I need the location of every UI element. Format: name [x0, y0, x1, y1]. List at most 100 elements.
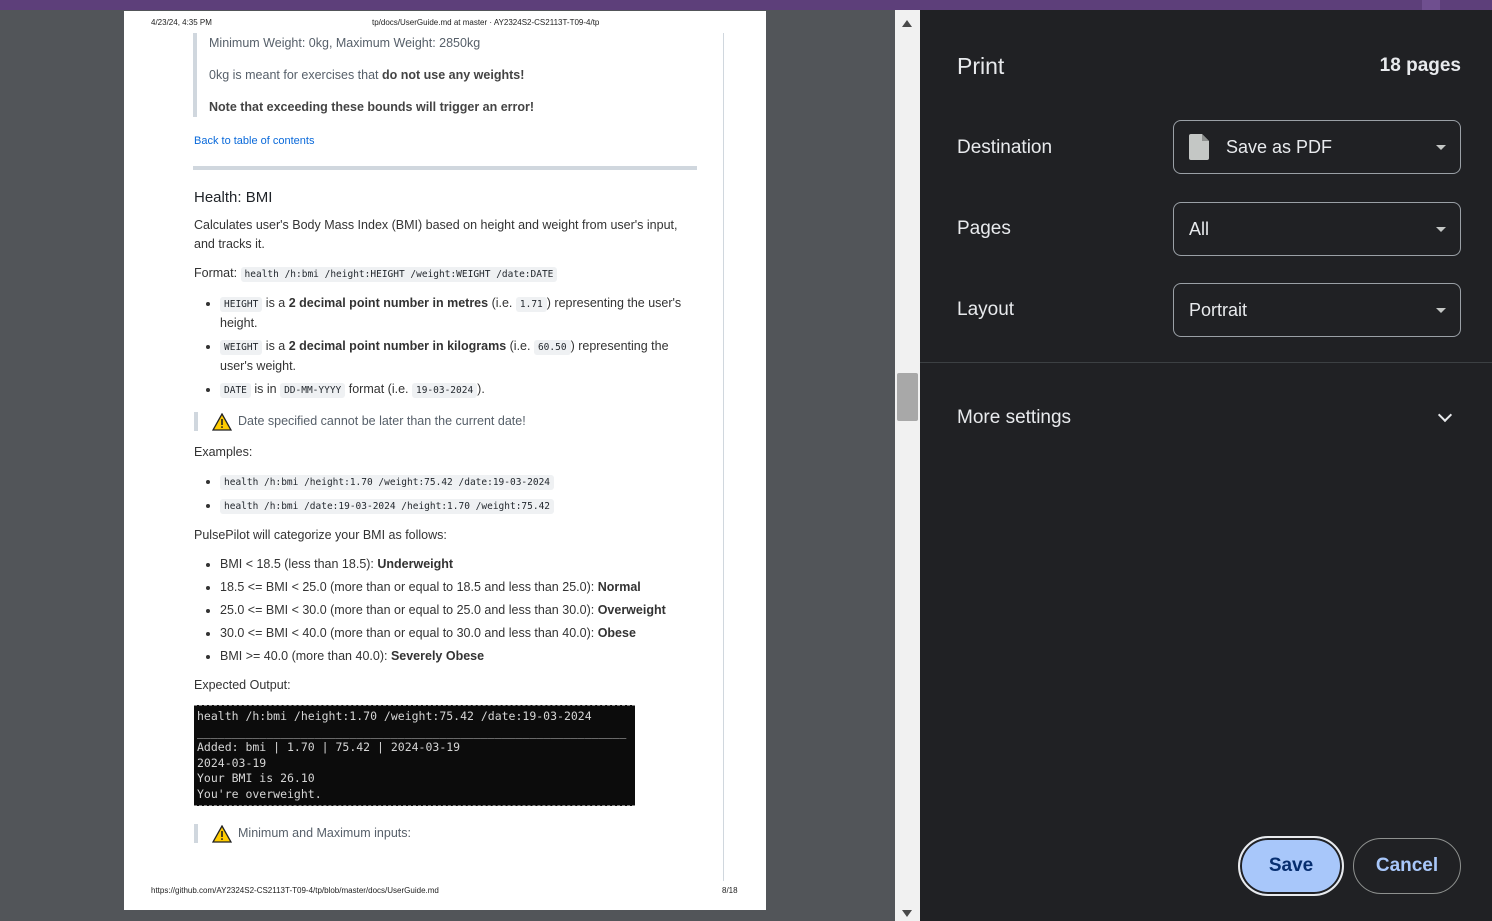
- pages-label: Pages: [957, 218, 1011, 239]
- expected-output-label: Expected Output:: [194, 678, 291, 692]
- window-tab[interactable]: [1422, 0, 1440, 10]
- minmax-warning-note: Minimum and Maximum inputs:: [194, 824, 697, 843]
- page-header-title: tp/docs/UserGuide.md at master · AY2324S…: [372, 18, 600, 27]
- category-text: 18.5 <= BMI < 25.0 (more than or equal t…: [220, 580, 598, 594]
- example-item: health /h:bmi /date:19-03-2024 /height:1…: [220, 496, 697, 516]
- example-code: health /h:bmi /height:1.70 /weight:75.42…: [220, 475, 555, 490]
- category-text: BMI < 18.5 (less than 18.5):: [220, 557, 378, 571]
- category-name: Severely Obese: [390, 649, 485, 663]
- back-to-toc-link[interactable]: Back to table of contents: [194, 135, 314, 147]
- quote-zero-kg: 0kg is meant for exercises that do not u…: [209, 66, 697, 85]
- bmi-category-list: BMI < 18.5 (less than 18.5): Underweight…: [220, 555, 697, 666]
- destination-select[interactable]: Save as PDF: [1173, 120, 1461, 174]
- destination-value: Save as PDF: [1226, 136, 1333, 157]
- examples-list: health /h:bmi /height:1.70 /weight:75.42…: [220, 472, 697, 516]
- settings-divider: [920, 362, 1492, 363]
- param-text: format (i.e.: [345, 382, 412, 396]
- category-name: Normal: [597, 580, 641, 594]
- param-weight-code: WEIGHT: [220, 340, 263, 355]
- param-text: (i.e.: [506, 339, 534, 353]
- scroll-up-arrow-icon[interactable]: [902, 20, 912, 27]
- category-name: Overweight: [597, 603, 666, 617]
- quote-weight-range: Minimum Weight: 0kg, Maximum Weight: 285…: [209, 36, 481, 50]
- bmi-category-item: 30.0 <= BMI < 40.0 (more than or equal t…: [220, 624, 697, 643]
- layout-select[interactable]: Portrait: [1173, 283, 1461, 337]
- page-count: 18 pages: [1379, 55, 1461, 76]
- quote-error-bold: Note that exceeding these bounds will tr…: [209, 100, 535, 114]
- param-example-code: 60.50: [533, 340, 571, 355]
- examples-label: Examples:: [194, 445, 253, 459]
- section-description: Calculates user's Body Mass Index (BMI) …: [194, 218, 678, 251]
- warning-icon: [212, 824, 232, 843]
- date-warning-note: Date specified cannot be later than the …: [194, 412, 697, 431]
- section-divider: [193, 166, 697, 170]
- section-heading: Health: BMI: [194, 189, 273, 206]
- param-text: is a: [262, 296, 289, 310]
- example-code: health /h:bmi /date:19-03-2024 /height:1…: [220, 499, 555, 514]
- minmax-warning-text: Minimum and Maximum inputs:: [238, 826, 411, 840]
- cancel-button[interactable]: Cancel: [1353, 838, 1461, 894]
- format-code: health /h:bmi /height:HEIGHT /weight:WEI…: [240, 267, 558, 282]
- print-preview-area[interactable]: 4/23/24, 4:35 PM tp/docs/UserGuide.md at…: [0, 10, 895, 921]
- page-footer-url: https://github.com/AY2324S2-CS2113T-T09-…: [151, 886, 439, 895]
- param-example-code: 1.71: [515, 297, 547, 312]
- example-item: health /h:bmi /height:1.70 /weight:75.42…: [220, 472, 697, 492]
- bmi-category-item: 25.0 <= BMI < 30.0 (more than or equal t…: [220, 601, 697, 620]
- chevron-down-icon: [1436, 227, 1446, 232]
- param-example-code: 19-03-2024: [411, 383, 478, 398]
- expand-chevron-icon[interactable]: [1437, 407, 1453, 423]
- param-bold: 2 decimal point number in metres: [288, 296, 489, 310]
- quote-zero-kg-bold: do not use any weights!: [382, 68, 525, 82]
- bounds-quote: Minimum Weight: 0kg, Maximum Weight: 285…: [193, 33, 697, 117]
- scroll-down-arrow-icon[interactable]: [902, 910, 912, 917]
- categorize-label: PulsePilot will categorize your BMI as f…: [194, 528, 447, 542]
- page-header-date: 4/23/24, 4:35 PM: [151, 18, 212, 27]
- param-weight: WEIGHT is a 2 decimal point number in ki…: [220, 337, 697, 376]
- page-border-line: [723, 33, 724, 881]
- layout-value: Portrait: [1189, 299, 1248, 320]
- preview-page: 4/23/24, 4:35 PM tp/docs/UserGuide.md at…: [124, 11, 766, 910]
- param-text: is a: [262, 339, 289, 353]
- window-top-strip: [0, 0, 1492, 10]
- quote-error-note: Note that exceeding these bounds will tr…: [209, 98, 697, 117]
- bmi-category-item: BMI < 18.5 (less than 18.5): Underweight: [220, 555, 697, 574]
- print-settings-panel: Print 18 pages Destination Save as PDF P…: [920, 10, 1492, 921]
- param-bold: 2 decimal point number in kilograms: [288, 339, 507, 353]
- category-name: Obese: [597, 626, 636, 640]
- category-text: 30.0 <= BMI < 40.0 (more than or equal t…: [220, 626, 598, 640]
- param-text: is in: [250, 382, 281, 396]
- param-list: HEIGHT is a 2 decimal point number in me…: [220, 294, 697, 400]
- format-line: Format: health /h:bmi /height:HEIGHT /we…: [194, 264, 697, 284]
- preview-scrollbar[interactable]: [895, 10, 920, 921]
- pages-value: All: [1189, 218, 1210, 239]
- chevron-down-icon: [1436, 308, 1446, 313]
- warning-icon: [212, 412, 232, 431]
- destination-label: Destination: [957, 137, 1053, 158]
- param-date-code: DATE: [220, 383, 251, 398]
- print-title: Print: [957, 53, 1005, 79]
- category-name: Underweight: [377, 557, 454, 571]
- scrollbar-thumb[interactable]: [897, 373, 918, 421]
- pages-select[interactable]: All: [1173, 202, 1461, 256]
- bmi-category-item: BMI >= 40.0 (more than 40.0): Severely O…: [220, 647, 697, 666]
- layout-label: Layout: [957, 299, 1015, 320]
- param-text: (i.e.: [488, 296, 516, 310]
- param-format-code: DD-MM-YYYY: [280, 383, 346, 398]
- page-content: Minimum Weight: 0kg, Maximum Weight: 285…: [193, 33, 697, 855]
- param-date: DATE is in DD-MM-YYYY format (i.e. 19-03…: [220, 380, 697, 400]
- terminal-output: health /h:bmi /height:1.70 /weight:75.42…: [194, 705, 635, 806]
- save-button[interactable]: Save: [1238, 836, 1344, 896]
- param-height-code: HEIGHT: [220, 297, 263, 312]
- chevron-down-icon: [1436, 145, 1446, 150]
- param-height: HEIGHT is a 2 decimal point number in me…: [220, 294, 697, 333]
- param-text: ).: [477, 382, 485, 396]
- page-footer-number: 8/18: [722, 886, 738, 895]
- quote-zero-kg-text: 0kg is meant for exercises that: [209, 68, 382, 82]
- format-label: Format:: [194, 266, 241, 280]
- document-icon: [1189, 134, 1209, 160]
- more-settings-toggle[interactable]: More settings: [957, 407, 1071, 429]
- date-warning-text: Date specified cannot be later than the …: [238, 414, 526, 428]
- bmi-category-item: 18.5 <= BMI < 25.0 (more than or equal t…: [220, 578, 697, 597]
- category-text: 25.0 <= BMI < 30.0 (more than or equal t…: [220, 603, 598, 617]
- category-text: BMI >= 40.0 (more than 40.0):: [220, 649, 391, 663]
